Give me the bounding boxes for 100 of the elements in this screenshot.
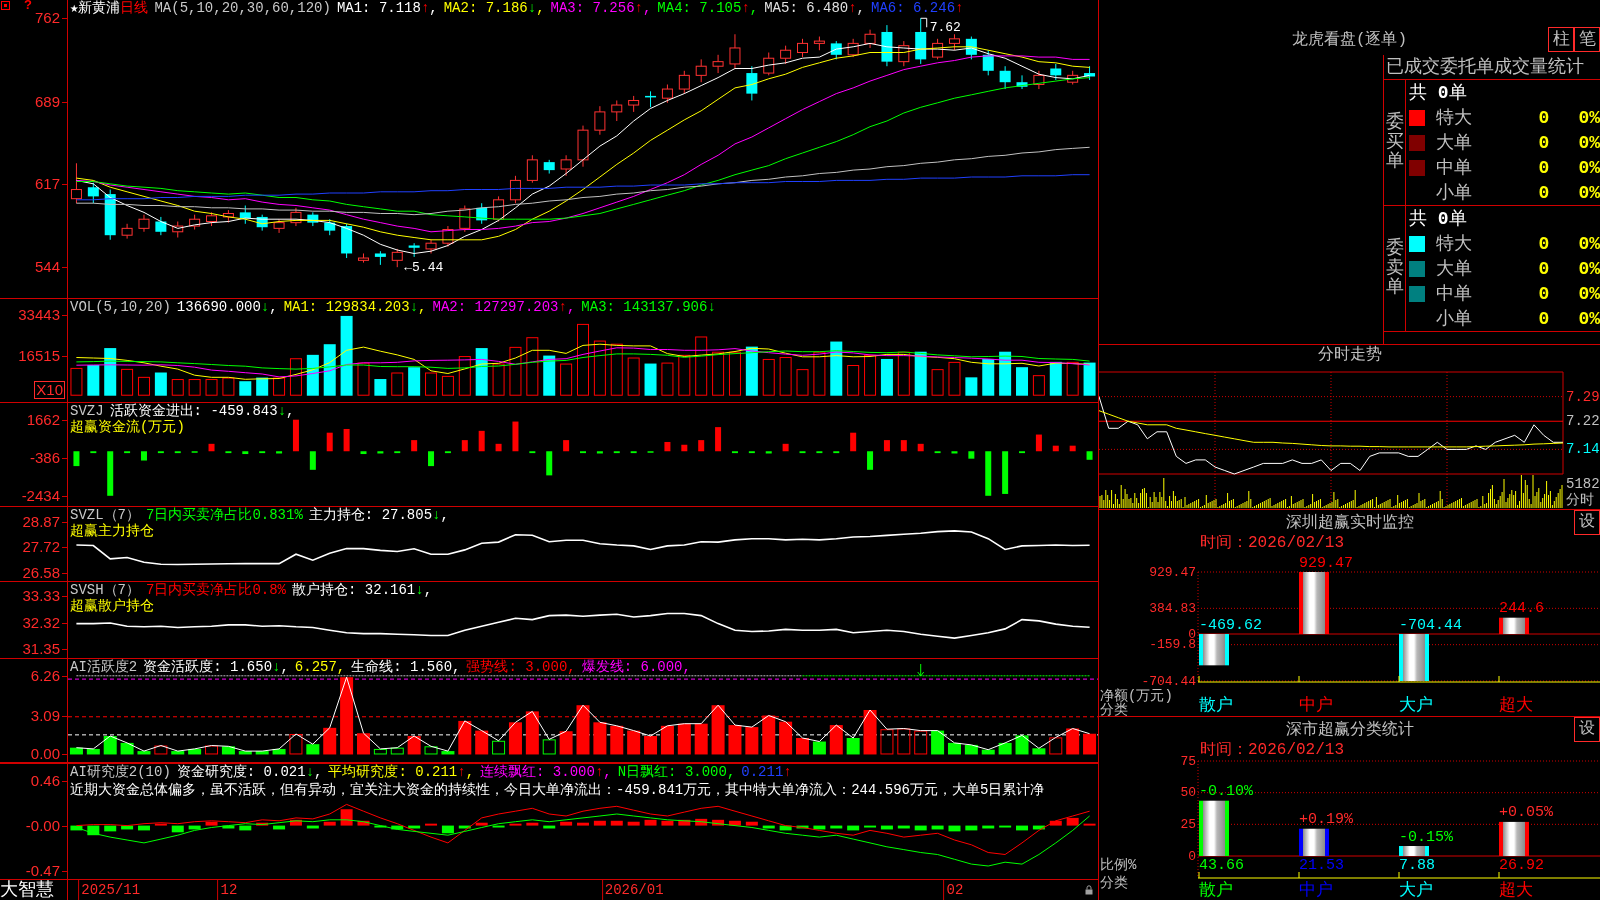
stock-name: ★新黄浦 xyxy=(70,0,121,16)
axis-label: 26.58 xyxy=(22,564,60,581)
chart-title: 深圳超赢实时监控 xyxy=(1285,513,1414,532)
order-size-label: 中单 xyxy=(1436,157,1473,178)
order-size-label: 大单 xyxy=(1436,258,1473,279)
side-label: 委卖单 xyxy=(1385,238,1404,299)
order-share: 0% xyxy=(1577,308,1600,329)
value-label: -0.15% xyxy=(1399,828,1453,846)
axis-label: 33.33 xyxy=(22,588,60,605)
axis-label: 384.83 xyxy=(1149,600,1196,616)
category-label: 超大 xyxy=(1499,695,1533,715)
analysis-text: 近期大资金总体偏多，虽不活跃，但有异动，宜关注大资金的持续性，今日大单净流出：-459.841万元，其中特大单净流入：244.596万元，大单5日累计净 xyxy=(70,782,1045,798)
indicator-reading: 136690.000↓, xyxy=(176,299,278,315)
axis-label: 75 xyxy=(1180,753,1196,769)
axis-label: 7.29 xyxy=(1566,388,1600,405)
axis-label: -386 xyxy=(29,450,60,467)
axis-label: -0.47 xyxy=(25,862,60,879)
price-label: 7.62 xyxy=(929,19,961,35)
indicator-reading: 连续飘红: 3.000↑, xyxy=(480,764,612,780)
order-total: 共 0单 xyxy=(1409,82,1467,103)
category-label: 大户 xyxy=(1399,695,1433,715)
indicator-reading: 6.257, xyxy=(294,659,346,675)
order-size-label: 小单 xyxy=(1436,308,1473,329)
period-label: 日线 xyxy=(120,0,149,16)
order-total: 共 0单 xyxy=(1409,208,1467,229)
order-count: 0 xyxy=(1537,283,1551,304)
axis-label: -704.44 xyxy=(1141,673,1196,689)
value-label: +0.19% xyxy=(1299,811,1353,829)
chart-label: 分时 xyxy=(1566,492,1594,508)
indicator-label: AI研究度2(10) xyxy=(70,764,171,780)
date-label: 2026/01 xyxy=(603,881,665,900)
order-size-label: 特大 xyxy=(1436,107,1473,128)
order-share: 0% xyxy=(1577,132,1600,153)
order-share: 0% xyxy=(1577,182,1600,203)
date-label: 12 xyxy=(219,881,239,900)
order-count: 0 xyxy=(1537,233,1551,254)
axis-label: 6.26 xyxy=(30,667,60,684)
category-label: 超大 xyxy=(1499,880,1533,900)
axis-label: 5182 xyxy=(1566,476,1600,492)
axis-title: 分类 xyxy=(1100,701,1128,716)
value-label: 244.6 xyxy=(1499,600,1544,618)
axis-title: 分类 xyxy=(1100,875,1128,891)
axis-label: 7.14 xyxy=(1566,441,1600,458)
indicator-reading: 资金活跃度: 1.650↓, xyxy=(143,659,289,675)
indicator-reading: MA3: 143137.906↓ xyxy=(581,299,716,315)
axis-label: 50 xyxy=(1180,785,1196,801)
axis-label: 544 xyxy=(34,259,60,276)
indicator-reading: 活跃资金进出: -459.843↓, xyxy=(109,403,295,419)
axis-label: 762 xyxy=(34,10,60,27)
order-count: 0 xyxy=(1537,157,1551,178)
indicator-reading: MA6: 6.246↑ xyxy=(871,0,964,16)
unit-label: X10 xyxy=(34,381,65,399)
indicator-reading: MA1: 129834.203↓, xyxy=(283,299,427,315)
side-label: 委买单 xyxy=(1385,112,1404,173)
indicator-reading: MA2: 7.186↓, xyxy=(443,0,545,16)
category-label: 散户 xyxy=(1199,880,1233,900)
value-label: 7.88 xyxy=(1399,856,1435,874)
date-label: 02 xyxy=(945,881,965,900)
order-share: 0% xyxy=(1577,157,1600,178)
chart-title: 深市超赢分类统计 xyxy=(1285,720,1414,739)
axis-title: 比例% xyxy=(1100,857,1137,873)
axis-label: 0 xyxy=(1188,848,1196,864)
panel-title: 分时走势 xyxy=(1317,346,1382,364)
order-size-label: 特大 xyxy=(1436,233,1473,254)
axis-title: 净额(万元) xyxy=(1100,687,1173,704)
category-label: 中户 xyxy=(1299,880,1333,900)
order-share: 0% xyxy=(1577,107,1600,128)
order-count: 0 xyxy=(1537,308,1551,329)
value-label: -0.10% xyxy=(1199,783,1253,801)
axis-label: 617 xyxy=(34,175,60,192)
indicator-reading: N日飘红: 3.000, xyxy=(617,764,736,780)
indicator-title: 超赢资金流(万元) xyxy=(70,419,185,435)
category-label: 散户 xyxy=(1199,695,1233,715)
order-count: 0 xyxy=(1537,182,1551,203)
axis-label: 7.22 xyxy=(1566,413,1600,430)
category-label: 大户 xyxy=(1399,880,1433,900)
axis-label: -2434 xyxy=(21,488,60,505)
indicator-reading: 爆发线: 6.000, xyxy=(581,659,691,675)
help-mark: ? xyxy=(24,0,32,11)
axis-label: 25 xyxy=(1180,816,1196,832)
axis-label: 16515 xyxy=(18,347,60,364)
price-label: ←5.44 xyxy=(404,259,444,275)
value-label: 929.47 xyxy=(1299,554,1353,572)
value-label: -704.44 xyxy=(1399,616,1462,634)
indicator-reading: 7日内买卖净占比0.8% xyxy=(146,582,287,598)
axis-label: 1662 xyxy=(26,412,60,429)
value-label: -469.62 xyxy=(1199,616,1262,634)
indicator-reading: MA4: 7.105↑, xyxy=(657,0,759,16)
order-count: 0 xyxy=(1537,258,1551,279)
value-label: 26.92 xyxy=(1499,856,1544,874)
order-size-label: 中单 xyxy=(1436,283,1473,304)
order-share: 0% xyxy=(1577,233,1600,254)
order-share: 0% xyxy=(1577,283,1600,304)
indicator-reading: 7日内买卖净占比0.831% xyxy=(146,507,303,523)
indicator-label: MA(5,10,20,30,60,120) xyxy=(154,0,331,16)
brand-name: 大智慧 xyxy=(0,880,54,900)
indicator-reading: MA3: 7.256↑, xyxy=(550,0,652,16)
indicator-reading: MA1: 7.118↑, xyxy=(336,0,438,16)
category-label: 中户 xyxy=(1299,695,1333,715)
axis-label: -0.00 xyxy=(25,817,60,834)
